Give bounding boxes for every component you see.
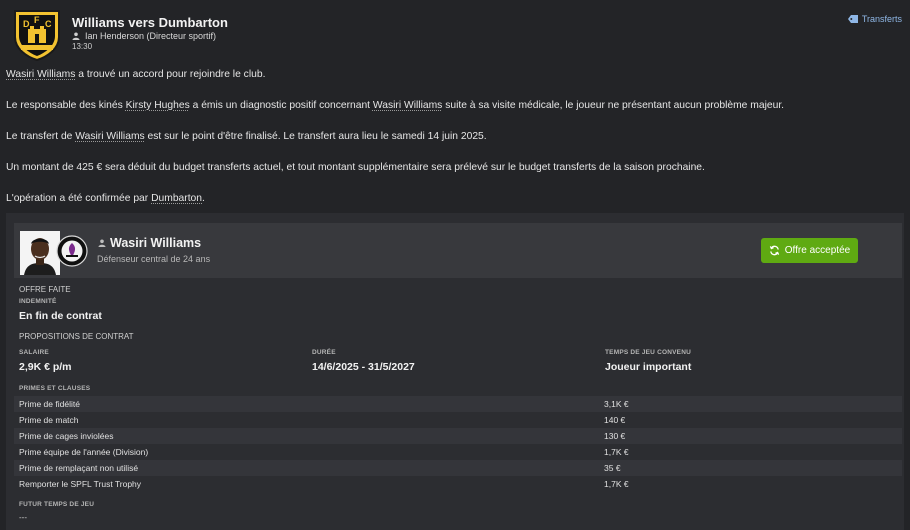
svg-text:C: C xyxy=(45,19,52,29)
player-link[interactable]: Wasiri Williams xyxy=(75,131,144,142)
message-paragraph: Wasiri Williams a trouvé un accord pour … xyxy=(6,69,266,80)
fee-value: En fin de contrat xyxy=(19,310,102,322)
fee-label: INDEMNITÉ xyxy=(19,298,57,305)
transfers-link[interactable]: Transferts xyxy=(847,14,902,24)
future-playing-time-value: --- xyxy=(19,513,27,522)
refresh-icon xyxy=(769,245,779,256)
tag-icon xyxy=(847,15,858,23)
bonus-value: 1,7K € xyxy=(604,479,629,489)
future-playing-time-label: FUTUR TEMPS DE JEU xyxy=(19,501,95,508)
player-photo-icon xyxy=(20,231,60,275)
message-paragraph: Le responsable des kinés Kirsty Hughes a… xyxy=(6,100,785,111)
club-badge-icon[interactable] xyxy=(56,235,88,267)
message-paragraph: L'opération a été confirmée par Dumbarto… xyxy=(6,193,205,204)
bonus-label: Prime de match xyxy=(19,415,79,425)
bonus-label: Prime de cages inviolées xyxy=(19,431,114,441)
person-icon xyxy=(98,239,106,247)
playing-time-value: Joueur important xyxy=(605,361,692,373)
transfers-link-label[interactable]: Transferts xyxy=(862,14,902,24)
salary-label: SALAIRE xyxy=(19,349,49,356)
bonus-row: Prime de cages inviolées 130 € xyxy=(14,428,902,444)
bonus-label: Prime équipe de l'année (Division) xyxy=(19,447,149,457)
svg-text:F: F xyxy=(34,15,40,25)
player-link[interactable]: Wasiri Williams xyxy=(6,69,75,80)
bonus-row: Prime de fidélité 3,1K € xyxy=(14,396,902,412)
offer-accepted-button[interactable]: Offre acceptée xyxy=(761,238,858,263)
message-paragraph: Un montant de 425 € sera déduit du budge… xyxy=(6,162,705,173)
club-link[interactable]: Dumbarton xyxy=(151,193,202,204)
message-paragraph: Le transfert de Wasiri Williams est sur … xyxy=(6,131,487,142)
bonus-label: Prime de fidélité xyxy=(19,399,80,409)
sender-name[interactable]: Ian Henderson (Directeur sportif) xyxy=(85,31,216,41)
player-avatar[interactable] xyxy=(20,231,60,275)
contract-section-label: PROPOSITIONS DE CONTRAT xyxy=(19,332,134,341)
bonus-row: Prime de remplaçant non utilisé 35 € xyxy=(14,460,902,476)
bonuses-label: PRIMES ET CLAUSES xyxy=(19,385,91,392)
svg-text:D: D xyxy=(23,19,30,29)
message-header: D F C Williams vers Dumbarton Ian Hender… xyxy=(0,0,910,64)
bonus-value: 140 € xyxy=(604,415,626,425)
message-title: Williams vers Dumbarton xyxy=(72,15,228,30)
bonus-value: 1,7K € xyxy=(604,447,629,457)
bonus-label: Prime de remplaçant non utilisé xyxy=(19,463,139,473)
playing-time-label: TEMPS DE JEU CONVENU xyxy=(605,349,691,356)
bonus-label: Remporter le SPFL Trust Trophy xyxy=(19,479,142,489)
bonus-row: Remporter le SPFL Trust Trophy 1,7K € xyxy=(14,476,902,492)
person-icon xyxy=(72,32,80,40)
message-time: 13:30 xyxy=(72,42,93,51)
salary-value: 2,9K € p/m xyxy=(19,361,72,373)
duration-value: 14/6/2025 - 31/5/2027 xyxy=(312,361,415,373)
physio-link[interactable]: Kirsty Hughes xyxy=(126,100,190,111)
dumbarton-crest-icon: D F C xyxy=(14,10,60,61)
bonus-value: 130 € xyxy=(604,431,626,441)
bonus-row: Prime équipe de l'année (Division) 1,7K … xyxy=(14,444,902,460)
player-link[interactable]: Wasiri Williams xyxy=(373,100,442,111)
offer-section-label: OFFRE FAITE xyxy=(19,285,71,294)
player-position: Défenseur central de 24 ans xyxy=(97,254,211,264)
bonus-value: 3,1K € xyxy=(604,399,629,409)
bonus-value: 35 € xyxy=(604,463,621,473)
bonus-row: Prime de match 140 € xyxy=(14,412,902,428)
offer-accepted-label[interactable]: Offre acceptée xyxy=(785,245,850,256)
duration-label: DURÉE xyxy=(312,349,336,356)
sender-line[interactable]: Ian Henderson (Directeur sportif) xyxy=(72,31,216,41)
player-name[interactable]: Wasiri Williams xyxy=(110,236,201,250)
